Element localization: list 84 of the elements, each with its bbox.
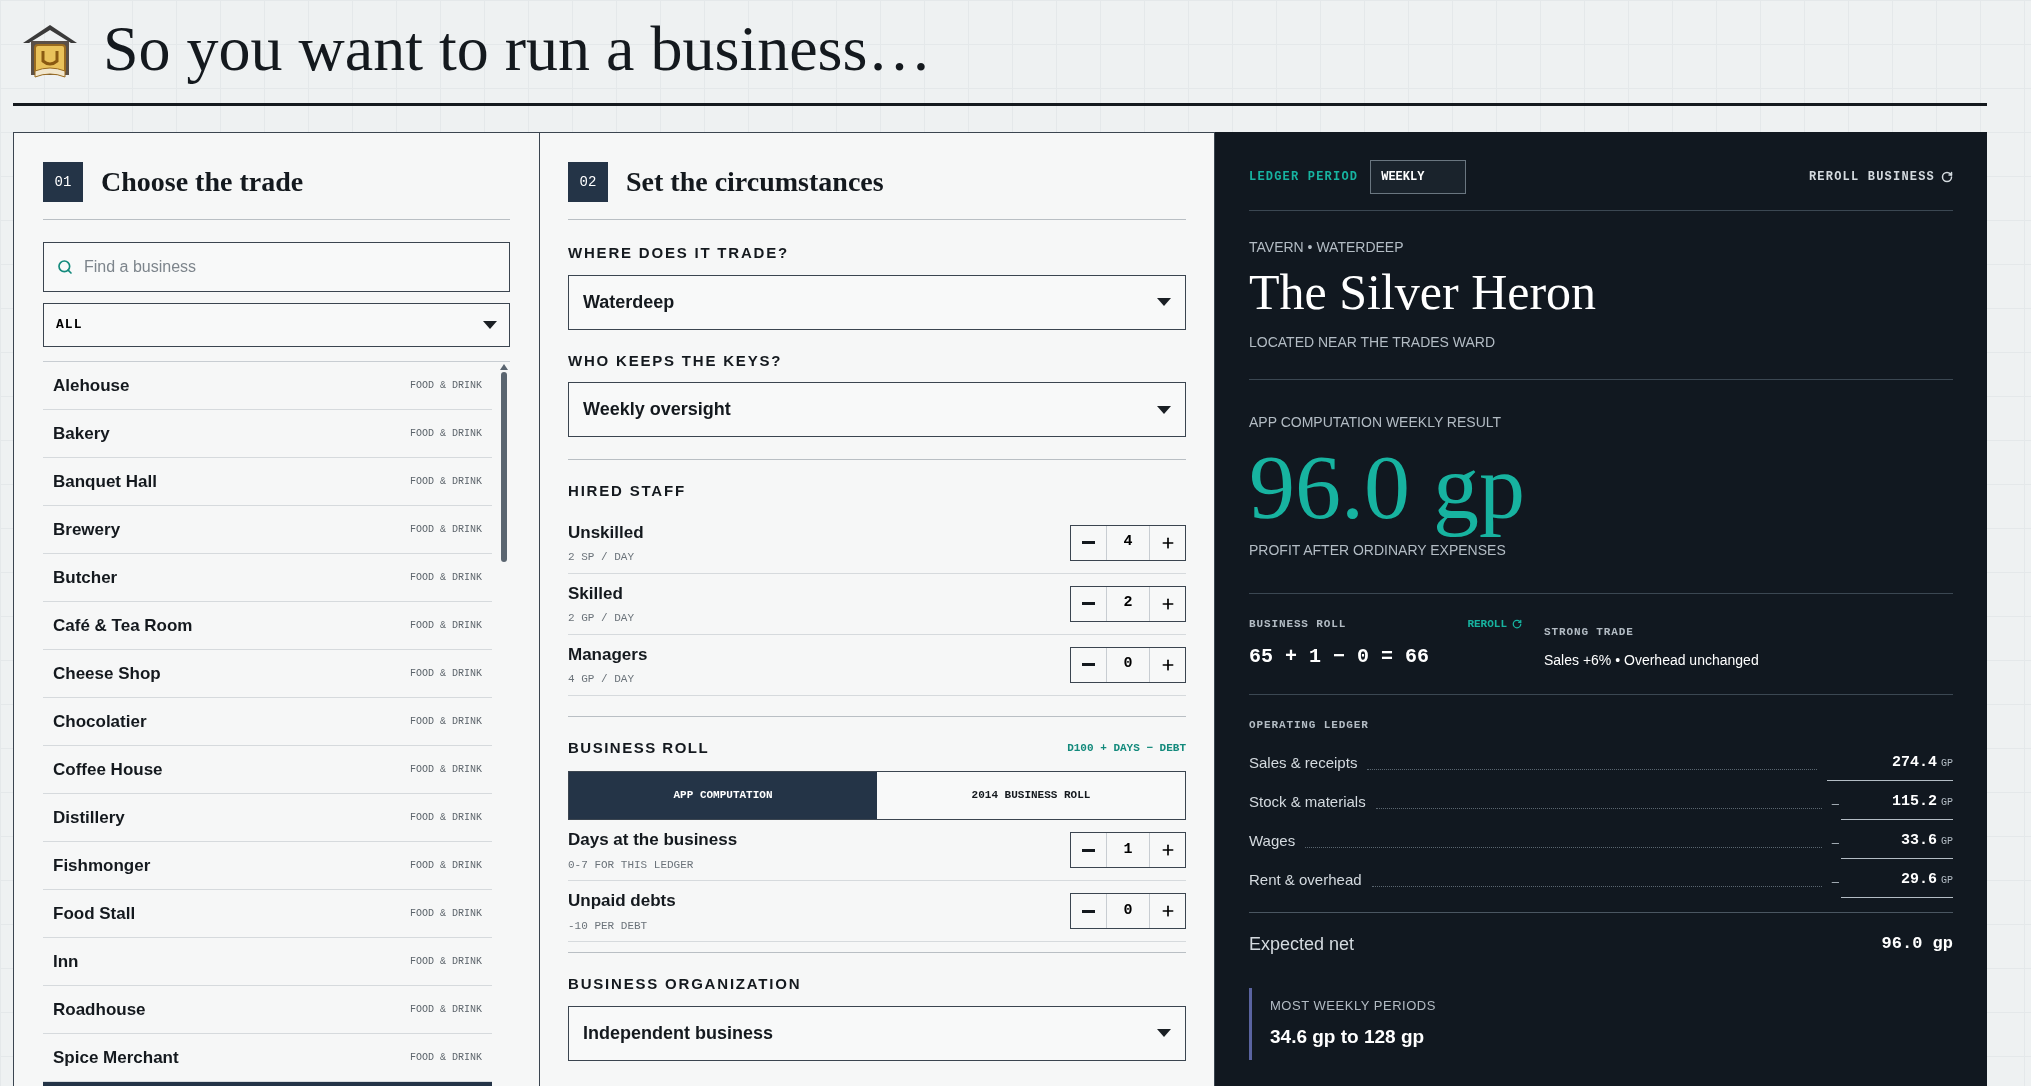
category-select[interactable]: ALL	[43, 303, 510, 347]
unit-label: GP	[1941, 757, 1953, 772]
step-number-badge: 02	[568, 162, 608, 202]
business-list-item[interactable]: Coffee House FOOD & DRINK	[43, 746, 492, 794]
trade-note: Sales +6% • Overhead unchanged	[1544, 651, 1759, 671]
rate-note: 4 GP / DAY	[568, 672, 635, 687]
ledger-label: Stock & materials	[1249, 792, 1366, 813]
row-label: Days at the business	[568, 829, 738, 851]
net-value: 96.0 gp	[1881, 933, 1953, 956]
ledger-label: Sales & receipts	[1249, 753, 1358, 774]
business-list-item[interactable]: Inn FOOD & DRINK	[43, 938, 492, 986]
range-value: 34.6 gp to 128 gp	[1270, 1025, 1426, 1050]
roll-equation: 65 + 1 − 0 = 66	[1249, 644, 1431, 671]
minus-sign: –	[1831, 873, 1839, 892]
caret-icon	[1157, 405, 1171, 414]
roll-formula: D100 + DAYS − DEBT	[1067, 740, 1186, 756]
profit-note: PROFIT AFTER ORDINARY EXPENSES	[1249, 540, 1507, 560]
roll-label: BUSINESS ROLL	[1249, 616, 1347, 632]
profit-amount: 96.0 gp	[1249, 439, 1526, 536]
ledger-value: 274.4	[1891, 753, 1937, 774]
mode-tab[interactable]: APP COMPUTATION	[569, 772, 877, 819]
caret-icon	[1157, 1029, 1171, 1037]
business-list-item[interactable]: Fishmonger FOOD & DRINK	[43, 842, 492, 890]
result-label: APP COMPUTATION WEEKLY RESULT	[1249, 413, 1503, 432]
range-label: MOST WEEKLY PERIODS	[1270, 996, 1437, 1015]
refresh-icon	[1512, 618, 1522, 629]
search-field[interactable]: Find a business	[43, 242, 510, 292]
unit-label: GP	[1941, 874, 1953, 889]
dropdown-select[interactable]: Weekly oversight	[568, 382, 1186, 437]
business-list-item[interactable]: Roadhouse FOOD & DRINK	[43, 986, 492, 1034]
ledger-value: 115.2	[1891, 792, 1937, 813]
business-list-item[interactable]: Brewery FOOD & DRINK	[43, 506, 492, 554]
business-list-item[interactable]: Chocolatier FOOD & DRINK	[43, 698, 492, 746]
unit-label: GP	[1941, 835, 1953, 850]
refresh-icon	[1941, 171, 1953, 183]
rate-note: -10 PER DEBT	[568, 918, 649, 934]
ledger-title: OPERATING LEDGER	[1249, 718, 1370, 734]
step-number-badge: 01	[43, 162, 83, 202]
ledger-value: 33.6	[1900, 831, 1937, 852]
caret-icon	[483, 321, 497, 329]
group-label: HIRED STAFF	[568, 481, 687, 501]
business-name: The Silver Heron	[1249, 263, 1598, 322]
field-label: WHO KEEPS THE KEYS?	[568, 350, 784, 371]
section-title: Choose the trade	[101, 165, 304, 199]
business-list-item[interactable]: Café & Tea Room FOOD & DRINK	[43, 602, 492, 650]
minus-sign: –	[1831, 795, 1839, 814]
unit-label: GP	[1941, 796, 1953, 811]
ledger-label: Wages	[1249, 831, 1296, 852]
scroll-up-icon[interactable]	[500, 364, 508, 370]
trade-label: STRONG TRADE	[1544, 624, 1635, 640]
location-note: LOCATED NEAR THE TRADES WARD	[1249, 333, 1497, 352]
business-subtitle: TAVERN • WATERDEEP	[1249, 238, 1405, 257]
caret-icon	[1157, 298, 1171, 306]
page-title: So you want to run a business…	[103, 16, 932, 86]
business-list-item[interactable]: Distillery FOOD & DRINK	[43, 794, 492, 842]
section-title: Set the circumstances	[626, 165, 884, 199]
rate-note: 2 SP / DAY	[568, 550, 635, 565]
search-icon	[57, 259, 73, 275]
field-label: BUSINESS ORGANIZATION	[568, 974, 803, 994]
dropdown-select[interactable]: Waterdeep	[568, 274, 1186, 330]
minus-sign: –	[1831, 834, 1839, 853]
row-label: Managers	[568, 643, 648, 666]
ledger-label: Rent & overhead	[1249, 870, 1362, 891]
business-list-item[interactable]: Banquet Hall FOOD & DRINK	[43, 458, 492, 506]
row-label: Unskilled	[568, 521, 644, 544]
group-label: BUSINESS ROLL	[568, 737, 710, 758]
business-list-item[interactable]: Bakery FOOD & DRINK	[43, 410, 492, 458]
ledger-value: 29.6	[1900, 870, 1937, 891]
row-label: Skilled	[568, 582, 624, 605]
reroll-button[interactable]: REROLL	[1467, 615, 1522, 633]
net-label: Expected net	[1249, 932, 1355, 956]
period-label: LEDGER PERIOD	[1249, 169, 1359, 186]
reroll-business-button[interactable]: REROLL BUSINESS	[1808, 168, 1953, 186]
field-label: WHERE DOES IT TRADE?	[568, 243, 790, 263]
rate-note: 2 GP / DAY	[568, 611, 634, 626]
scrollbar-thumb[interactable]	[501, 372, 507, 562]
business-list-item[interactable]: Butcher FOOD & DRINK	[43, 554, 492, 602]
business-list-item[interactable]: Food Stall FOOD & DRINK	[43, 890, 492, 938]
period-select[interactable]: WEEKLY	[1370, 160, 1467, 194]
dropdown-select[interactable]: Independent business	[568, 1005, 1186, 1061]
business-list-item[interactable]: Cheese Shop FOOD & DRINK	[43, 650, 492, 698]
row-label: Unpaid debts	[568, 890, 676, 912]
business-list-item[interactable]: Alehouse FOOD & DRINK	[43, 362, 492, 410]
rate-note: 0-7 FOR THIS LEDGER	[568, 857, 695, 873]
